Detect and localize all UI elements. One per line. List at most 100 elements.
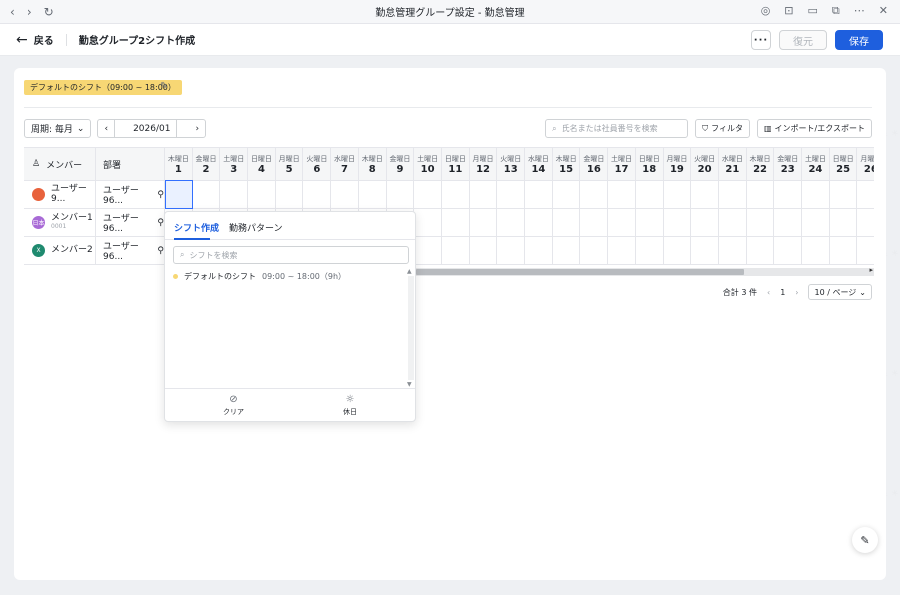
shift-cell[interactable] [414,181,442,208]
scroll-down-arrow[interactable]: ▼ [407,381,412,388]
shift-cell[interactable] [802,209,830,236]
shift-cell[interactable] [581,181,609,208]
shift-cell[interactable] [830,237,858,264]
shift-cell[interactable] [636,209,664,236]
shift-cell[interactable] [442,209,470,236]
shift-cell[interactable] [525,237,553,264]
member-cell[interactable]: ユーザー9... [24,181,96,208]
scroll-right-arrow[interactable]: ▸ [869,266,873,274]
prev-month-button[interactable]: ‹ [98,124,114,134]
new-window-icon[interactable]: ⧉ [832,4,840,18]
back-nav-icon[interactable]: ‹ [10,5,15,19]
shift-cell[interactable] [581,237,609,264]
current-page[interactable]: 1 [780,288,785,297]
shift-cell[interactable] [830,209,858,236]
more-icon[interactable]: ⋯ [854,4,865,18]
shift-cell[interactable] [858,209,875,236]
shift-cell[interactable] [414,237,442,264]
shift-cell[interactable] [774,237,803,264]
shift-cell[interactable] [581,209,609,236]
back-button[interactable]: ← 戻る [16,32,54,48]
shift-cell[interactable] [719,209,747,236]
save-button[interactable]: 保存 [835,30,883,50]
shift-cell[interactable] [636,181,664,208]
scrollbar-track[interactable] [408,276,414,380]
scrollbar-thumb[interactable] [416,269,744,275]
restore-button[interactable]: 復元 [779,30,827,50]
shift-cell[interactable] [608,237,636,264]
shift-cell[interactable] [691,209,719,236]
shift-cell[interactable] [858,237,875,264]
member-search-input[interactable]: ⌕ 氏名または社員番号を検索 [545,119,689,138]
shift-cell[interactable] [774,181,803,208]
scroll-up-arrow[interactable]: ▲ [407,268,412,275]
shift-cell[interactable] [608,181,636,208]
next-month-button[interactable]: › [189,124,205,134]
popover-scrollbar[interactable]: ▲ ▼ [407,268,415,388]
member-cell[interactable]: X メンバー2 [24,237,96,264]
shift-cell[interactable] [664,181,692,208]
selected-shift-cell[interactable] [165,180,193,209]
shift-cell[interactable] [470,209,498,236]
shift-option[interactable]: デフォルトのシフト 09:00 ~ 18:00（9h） [173,271,346,282]
shift-cell[interactable] [747,209,775,236]
shift-search-input[interactable]: ⌕ シフトを検索 [173,246,409,264]
shift-cell[interactable] [525,181,553,208]
shift-cell[interactable] [193,181,221,208]
filter-button[interactable]: ⛉ フィルタ [695,119,750,138]
shift-cell[interactable] [636,237,664,264]
shift-cell[interactable] [470,181,498,208]
clear-button[interactable]: ⊘ クリア [223,394,244,417]
shift-cell[interactable] [858,181,875,208]
shift-cell[interactable] [359,181,387,208]
shift-cell[interactable] [497,237,526,264]
shift-cell[interactable] [830,181,858,208]
shift-cell[interactable] [331,181,359,208]
holiday-button[interactable]: ☼ 休日 [343,394,357,417]
shift-cell[interactable] [747,181,775,208]
more-button[interactable]: ··· [751,30,771,50]
shift-cell[interactable] [802,237,830,264]
chat-icon[interactable]: ◎ [761,4,771,18]
default-shift-tag[interactable]: デフォルトのシフト（09:00 ~ 18:00） [24,80,182,95]
forward-nav-icon[interactable]: › [27,5,32,19]
shift-cell[interactable] [747,237,775,264]
shift-cell[interactable] [220,181,249,208]
tab-work-pattern[interactable]: 勤務パターン [229,221,283,234]
refresh-icon[interactable]: ↻ [44,5,54,19]
shift-cell[interactable] [664,237,692,264]
shift-cell[interactable] [719,181,747,208]
shift-cell[interactable] [719,237,747,264]
window-icon[interactable]: ▭ [808,4,818,18]
shift-cell[interactable] [553,181,581,208]
shift-cell[interactable] [525,209,553,236]
shift-cell[interactable] [497,209,526,236]
shift-cell[interactable] [470,237,498,264]
current-month[interactable]: 2026/01 [127,124,176,134]
shift-cell[interactable] [608,209,636,236]
shift-cell[interactable] [304,181,332,208]
shift-cell[interactable] [691,237,719,264]
help-fab[interactable]: ✎ [852,527,878,553]
prev-page-button[interactable]: ‹ [767,288,770,297]
member-cell[interactable]: 日本 メンバー1 0001 [24,209,96,236]
next-page-button[interactable]: › [795,288,798,297]
shift-cell[interactable] [414,209,442,236]
shift-cell[interactable] [248,181,276,208]
shift-cell[interactable] [276,181,304,208]
period-select[interactable]: 周期: 毎月 ⌄ [24,119,92,138]
shift-cell[interactable] [387,181,415,208]
shift-cell[interactable] [553,237,581,264]
edit-icon[interactable]: ✎ [160,81,168,92]
shift-cell[interactable] [691,181,719,208]
close-icon[interactable]: ✕ [879,4,888,18]
shift-cell[interactable] [802,181,830,208]
shift-cell[interactable] [664,209,692,236]
shift-cell[interactable] [442,237,470,264]
shift-cell[interactable] [442,181,470,208]
bot-icon[interactable]: ⊡ [784,4,793,18]
horizontal-scrollbar[interactable]: ▸ [416,266,874,276]
page-size-select[interactable]: 10 / ページ ⌄ [808,284,872,300]
shift-cell[interactable] [553,209,581,236]
import-export-button[interactable]: ▥ インポート/エクスポート [756,119,872,138]
